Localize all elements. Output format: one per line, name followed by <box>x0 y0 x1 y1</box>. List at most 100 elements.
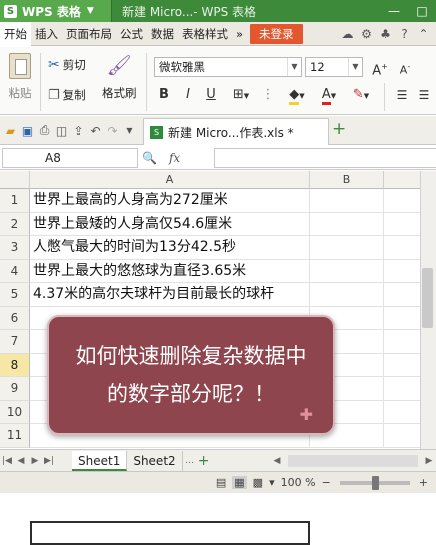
skin-icon[interactable]: ♣ <box>376 24 395 44</box>
menu-home[interactable]: 开始 <box>0 21 31 46</box>
copy-button[interactable]: ❐ 复制 <box>48 87 86 103</box>
cell-c[interactable] <box>384 189 420 213</box>
formula-input[interactable] <box>214 148 436 168</box>
format-painter-button[interactable]: 🖌 格式刷 <box>102 53 137 101</box>
document-tab[interactable]: S 新建 Micro...作表.xls * <box>143 118 329 145</box>
cloud-icon[interactable]: ☁ <box>338 24 357 44</box>
page-layout-view-icon[interactable]: ▦ <box>232 476 247 489</box>
underline-button[interactable]: U <box>201 85 221 105</box>
zoom-magnifier-icon[interactable]: 🔍 <box>142 151 157 165</box>
cell-c[interactable] <box>384 283 420 307</box>
prev-sheet-icon[interactable]: ◀ <box>14 456 28 466</box>
print-preview-icon[interactable]: ◫ <box>53 124 70 138</box>
cell-c[interactable] <box>384 213 420 236</box>
open-folder-icon[interactable]: ▰ <box>2 124 19 138</box>
export-icon[interactable]: ⇪ <box>70 124 87 138</box>
zoom-slider-thumb[interactable] <box>371 475 379 490</box>
share-icon[interactable]: ⚙ <box>357 24 376 44</box>
align-middle-button[interactable]: ☰ <box>414 85 434 105</box>
font-grow-button[interactable]: A+ <box>370 57 390 78</box>
cell-c[interactable] <box>384 401 420 424</box>
fill-color-button[interactable]: ◆▼ <box>282 85 312 105</box>
menu-formula[interactable]: 公式 <box>116 22 147 46</box>
sheet-tab-1[interactable]: Sheet1 <box>72 450 128 471</box>
row-header[interactable]: 6 <box>0 306 30 330</box>
cell-c[interactable] <box>384 377 420 401</box>
cell-a[interactable]: 4.37米的高尔夫球杆为目前最长的球杆 <box>30 283 310 307</box>
cell-b[interactable] <box>310 212 384 236</box>
row-header[interactable]: 8 <box>0 353 30 377</box>
fx-icon[interactable]: fx <box>169 151 180 165</box>
column-header-b[interactable]: B <box>310 171 384 189</box>
cell-a[interactable]: 世界上最高的人身高为272厘米 <box>30 189 310 213</box>
zoom-dropdown-icon[interactable]: ▾ <box>269 476 275 489</box>
row-header[interactable]: 5 <box>0 283 30 307</box>
select-all-corner[interactable] <box>0 171 30 189</box>
collapse-ribbon-icon[interactable]: ⌃ <box>414 24 433 44</box>
row-header[interactable]: 7 <box>0 330 30 354</box>
bold-button[interactable]: B <box>154 85 174 105</box>
font-size-combo[interactable]: 12 ▼ <box>305 57 363 77</box>
cell-c[interactable] <box>384 354 420 377</box>
maximize-button[interactable]: □ <box>408 0 436 22</box>
more-icon[interactable]: ⋮ <box>260 85 276 105</box>
next-sheet-icon[interactable]: ▶ <box>28 456 42 466</box>
last-sheet-icon[interactable]: ▶| <box>42 456 56 466</box>
zoom-in-icon[interactable]: + <box>419 476 428 489</box>
undo-icon[interactable]: ↶ <box>87 124 104 138</box>
cell-a[interactable]: 世界上最矮的人身高仅54.6厘米 <box>30 212 310 236</box>
row-header[interactable]: 3 <box>0 236 30 260</box>
menu-insert[interactable]: 插入 <box>31 22 62 46</box>
cell-a[interactable]: 世界上最大的悠悠球为直径3.65米 <box>30 259 310 283</box>
column-header-a[interactable]: A <box>30 171 310 189</box>
borders-button[interactable]: ⊞▼ <box>226 85 256 105</box>
redo-icon[interactable]: ↷ <box>104 124 121 138</box>
font-name-combo[interactable]: 微软雅黑 ▼ <box>154 57 302 77</box>
row-header[interactable]: 10 <box>0 400 30 424</box>
zoom-out-icon[interactable]: − <box>322 476 331 489</box>
chevron-down-icon[interactable]: ▼ <box>121 126 138 135</box>
horizontal-scrollbar[interactable] <box>288 454 418 467</box>
cell-c[interactable] <box>384 260 420 283</box>
column-header-c[interactable] <box>384 171 420 189</box>
menu-more-icon[interactable]: » <box>232 22 247 46</box>
more-sheets-icon[interactable]: … <box>183 456 197 466</box>
name-box[interactable]: A8 <box>2 148 138 168</box>
hscroll-right-icon[interactable]: ▶ <box>422 456 436 466</box>
zoom-slider[interactable] <box>339 475 410 490</box>
paste-button[interactable]: 粘贴 <box>4 53 36 101</box>
italic-button[interactable]: I <box>178 85 198 105</box>
add-sheet-icon[interactable]: + <box>197 453 211 469</box>
wps-app-menu-button[interactable]: S WPS 表格 ▼ <box>0 0 112 22</box>
align-top-button[interactable]: ☰ <box>392 85 412 105</box>
clear-format-button[interactable]: ✎▼ <box>346 85 376 105</box>
menu-data[interactable]: 数据 <box>147 22 178 46</box>
login-button[interactable]: 未登录 <box>250 23 303 44</box>
save-icon[interactable]: ▣ <box>19 124 36 138</box>
cell-a[interactable]: 人憋气最大的时间为13分42.5秒 <box>30 236 310 260</box>
cell-b[interactable] <box>310 189 384 213</box>
cell-b[interactable] <box>310 283 384 307</box>
font-shrink-button[interactable]: A- <box>395 57 415 77</box>
row-header[interactable]: 11 <box>0 424 30 448</box>
first-sheet-icon[interactable]: |◀ <box>0 456 14 466</box>
cut-button[interactable]: ✂ 剪切 <box>48 57 86 73</box>
minimize-button[interactable]: — <box>380 0 408 22</box>
sheet-tab-2[interactable]: Sheet2 <box>127 450 183 471</box>
row-header[interactable]: 4 <box>0 259 30 283</box>
new-tab-plus-icon[interactable]: + <box>332 119 346 139</box>
scrollbar-thumb[interactable] <box>422 268 433 328</box>
help-icon[interactable]: ? <box>395 24 414 44</box>
menu-table-style[interactable]: 表格样式 <box>178 22 232 46</box>
row-header[interactable]: 1 <box>0 189 30 213</box>
cell-b[interactable] <box>310 259 384 283</box>
row-header[interactable]: 9 <box>0 377 30 401</box>
menu-page-layout[interactable]: 页面布局 <box>62 22 116 46</box>
hscroll-left-icon[interactable]: ◀ <box>270 456 284 466</box>
cell-c[interactable] <box>384 424 420 448</box>
font-color-button[interactable]: A▼ <box>314 85 344 105</box>
row-header[interactable]: 2 <box>0 212 30 236</box>
cell-c[interactable] <box>384 307 420 330</box>
page-break-view-icon[interactable]: ▩ <box>253 476 263 489</box>
print-icon[interactable]: ⎙ <box>36 123 53 138</box>
